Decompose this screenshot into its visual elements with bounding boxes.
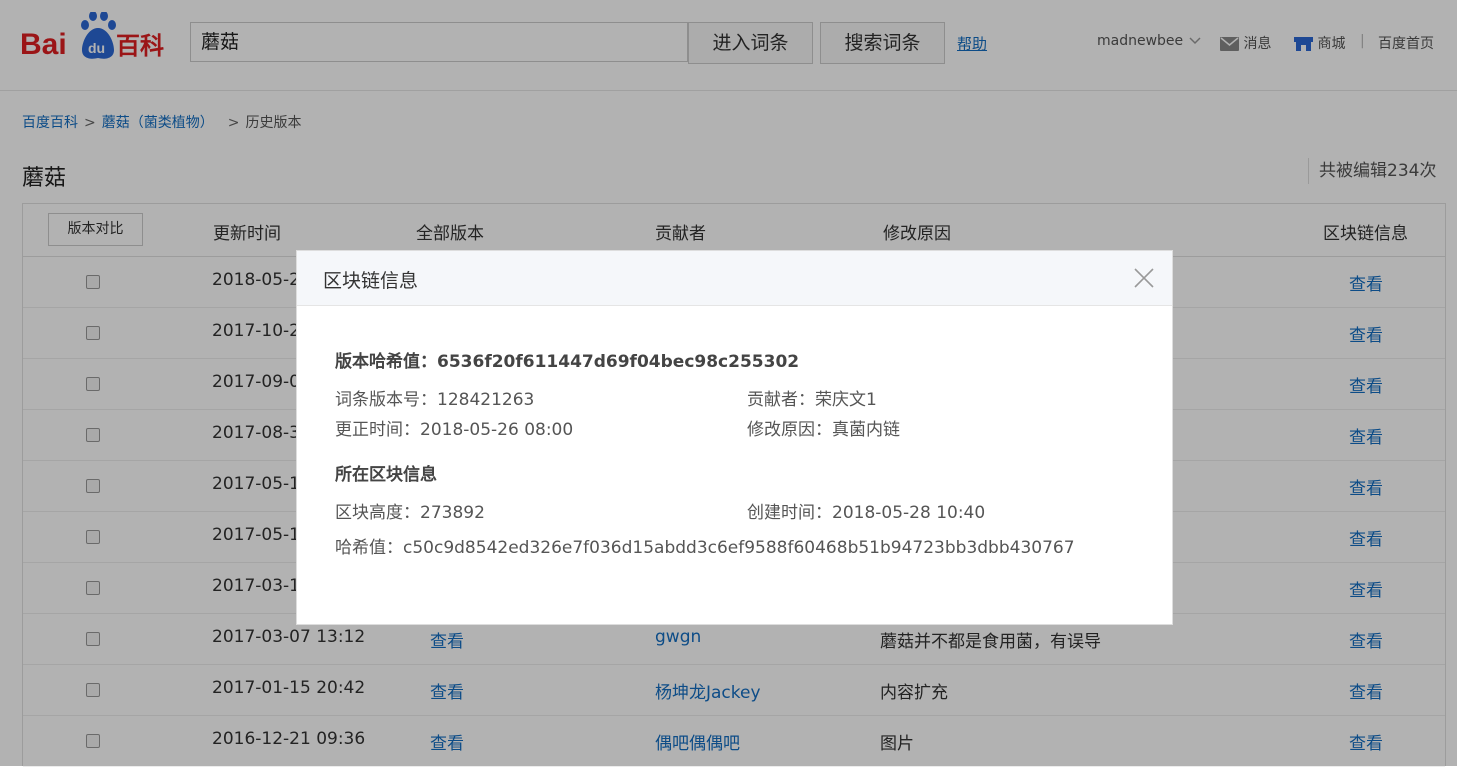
reason-value: 真菌内链	[832, 420, 900, 440]
dialog-header: 区块链信息	[297, 251, 1172, 306]
created-time-label: 创建时间：	[747, 503, 832, 523]
contributor-label: 贡献者：	[747, 390, 815, 410]
blockchain-info-dialog: 区块链信息 版本哈希值：6536f20f611447d69f04bec98c25…	[296, 250, 1173, 625]
contributor-value: 荣庆文1	[815, 390, 877, 410]
block-height-value: 273892	[420, 503, 485, 523]
entry-version-label: 词条版本号：	[335, 390, 437, 410]
version-hash-row: 版本哈希值：6536f20f611447d69f04bec98c255302	[335, 347, 799, 372]
block-hash-value: c50c9d8542ed326e7f036d15abdd3c6ef9588f60…	[403, 538, 1075, 558]
block-hash-row: 哈希值：c50c9d8542ed326e7f036d15abdd3c6ef958…	[335, 533, 1075, 558]
created-time-row: 创建时间：2018-05-28 10:40	[747, 498, 985, 523]
version-hash-value: 6536f20f611447d69f04bec98c255302	[437, 352, 800, 372]
entry-version-row: 词条版本号：128421263	[335, 385, 534, 410]
update-time-label: 更正时间：	[335, 420, 420, 440]
reason-label: 修改原因：	[747, 420, 832, 440]
created-time-value: 2018-05-28 10:40	[832, 503, 986, 523]
block-height-label: 区块高度：	[335, 503, 420, 523]
version-hash-label: 版本哈希值：	[335, 352, 437, 372]
dialog-title: 区块链信息	[323, 270, 419, 292]
update-time-value: 2018-05-26 08:00	[420, 420, 574, 440]
block-height-row: 区块高度：273892	[335, 498, 485, 523]
block-hash-label: 哈希值：	[335, 538, 403, 558]
contributor-row: 贡献者：荣庆文1	[747, 385, 877, 410]
update-time-row: 更正时间：2018-05-26 08:00	[335, 415, 573, 440]
close-icon[interactable]	[1133, 267, 1155, 289]
reason-row: 修改原因：真菌内链	[747, 415, 900, 440]
entry-version-value: 128421263	[437, 390, 535, 410]
block-section-title: 所在区块信息	[335, 465, 437, 485]
